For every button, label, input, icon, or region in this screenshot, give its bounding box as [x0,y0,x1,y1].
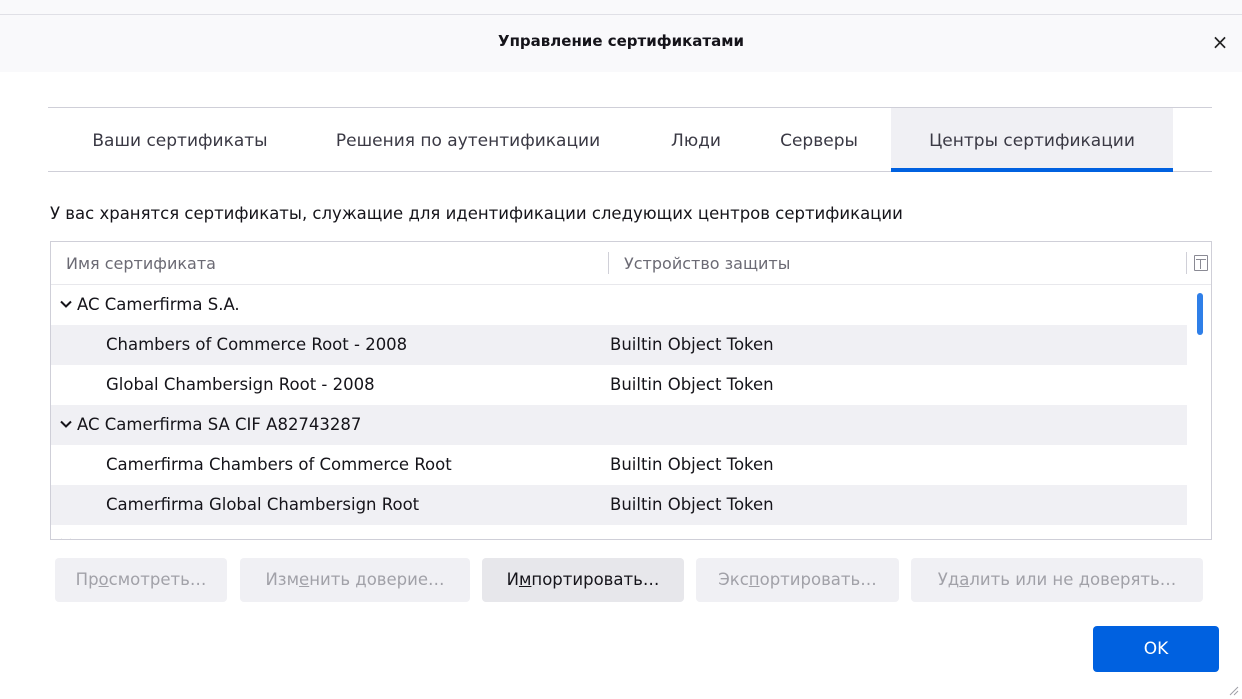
title-bar: Управление сертификатами × [0,14,1242,72]
tab-authentication-decisions[interactable]: Решения по аутентификации [308,108,628,172]
security-device: Builtin Object Token [610,335,774,354]
column-separator[interactable] [608,252,609,274]
tab-authorities[interactable]: Центры сертификации [891,108,1173,172]
import-button[interactable]: Импортировать… [482,558,684,602]
certificate-name: Camerfirma Chambers of Commerce Root [106,455,452,474]
certificate-manager-dialog: Управление сертификатами × Ваши сертифик… [0,0,1242,699]
tree-rows: AC Camerfirma S.A. Chambers of Commerce … [51,285,1187,540]
group-name: AC Camerfirma SA CIF A82743287 [77,415,362,434]
export-button[interactable]: Экспортировать… [696,558,899,602]
certificate-name: Global Chambersign Root - 2008 [106,375,375,394]
view-button[interactable]: Просмотреть… [55,558,227,602]
ok-button[interactable]: OK [1093,626,1219,672]
delete-or-distrust-button[interactable]: Удалить или не доверять… [911,558,1203,602]
column-header-security-device[interactable]: Устройство защиты [624,242,790,285]
authorities-description: У вас хранятся сертификаты, служащие для… [50,204,903,223]
chevron-down-icon[interactable] [59,535,73,540]
resize-grip-icon[interactable] [1227,684,1239,696]
security-device: Builtin Object Token [610,495,774,514]
action-buttons: Просмотреть… Изменить доверие… Импортиро… [0,558,1242,602]
vertical-scrollbar[interactable] [1189,285,1211,539]
tree-item-row[interactable]: Camerfirma Global Chambersign Root Built… [51,485,1187,525]
chevron-down-icon[interactable] [59,417,73,431]
tree-group-row[interactable]: AC Camerfirma S.A. [51,285,1187,325]
security-device: Builtin Object Token [610,375,774,394]
tree-item-row[interactable]: Chambers of Commerce Root - 2008 Builtin… [51,325,1187,365]
tab-strip: Ваши сертификаты Решения по аутентификац… [48,108,1212,172]
certificate-tree[interactable]: Имя сертификата Устройство защиты AC Cam… [50,241,1212,540]
security-device: Builtin Object Token [610,455,774,474]
tree-group-row[interactable]: AC Camerfirma SA CIF A82743287 [51,405,1187,445]
column-separator[interactable] [1186,252,1187,274]
edit-trust-button[interactable]: Изменить доверие… [240,558,470,602]
tab-people[interactable]: Люди [645,108,747,172]
tree-group-row-partial[interactable] [51,525,1187,540]
group-name: AC Camerfirma S.A. [77,295,240,314]
scrollbar-thumb[interactable] [1197,293,1203,335]
certificate-name: Chambers of Commerce Root - 2008 [106,335,408,354]
dialog-title: Управление сертификатами [498,32,744,50]
tab-servers[interactable]: Серверы [760,108,878,172]
dialog-content: Ваши сертификаты Решения по аутентификац… [0,72,1242,699]
tab-your-certificates[interactable]: Ваши сертификаты [62,108,298,172]
column-picker-icon[interactable] [1194,255,1208,271]
tree-item-row[interactable]: Camerfirma Chambers of Commerce Root Bui… [51,445,1187,485]
close-icon[interactable]: × [1208,30,1232,54]
tree-item-row[interactable]: Global Chambersign Root - 2008 Builtin O… [51,365,1187,405]
certificate-name: Camerfirma Global Chambersign Root [106,495,420,514]
tree-header: Имя сертификата Устройство защиты [51,242,1211,285]
column-header-certificate-name[interactable]: Имя сертификата [66,242,216,285]
chevron-down-icon[interactable] [59,297,73,311]
